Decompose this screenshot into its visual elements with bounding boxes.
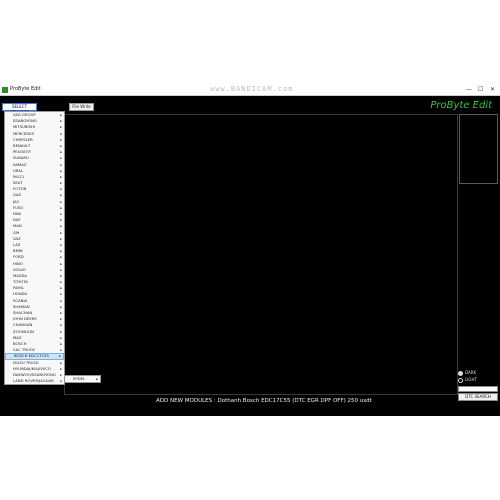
menu-item-label: GAZ	[13, 192, 22, 198]
menu-item[interactable]: LAND ROVER/JAGUAR ▸	[5, 378, 64, 384]
file-write-button[interactable]: File Write	[69, 103, 94, 111]
status-text: ADD NEW MODULES : Dothanh Bosch EDC17C55…	[156, 398, 372, 404]
menu-item-label: DAF	[13, 217, 21, 223]
app-icon	[2, 87, 8, 93]
menu-item-label: SHAMAN	[13, 303, 30, 309]
dtc-search-button[interactable]: DTC SEARCH	[458, 393, 498, 401]
menu-item-label: SCANIA	[13, 297, 28, 303]
menu-item-label: BMW	[13, 248, 23, 254]
submenu-item-label: EPDEL	[73, 376, 86, 381]
menu-item-label: CAC TRUCK	[13, 347, 35, 353]
menu-item-label: JAC	[13, 198, 20, 204]
menu-item-label: RENAULT	[13, 142, 31, 148]
menu-item-label: FAMIL	[13, 285, 24, 291]
menu-item-label: HYUNDAI/KIA/IVECO	[13, 365, 51, 371]
select-vehicles-button[interactable]: SELECT VEHICLES	[2, 103, 37, 115]
chevron-right-icon: ▸	[60, 379, 62, 384]
radio-light-label: LIGHT	[465, 377, 477, 382]
title-bar: ProByte Edit www.BANDICAM.com — ☐ ✕	[0, 85, 500, 96]
menu-item-label: VAG GROUP	[13, 112, 36, 117]
menu-item-label: FAW	[13, 211, 21, 216]
menu-item-label: MAZDA	[13, 272, 27, 278]
menu-item-label: SEAT	[13, 180, 23, 186]
menu-item-label: FOTON	[13, 186, 27, 192]
menu-item-label: PEUGEOT	[13, 149, 32, 155]
preview-panel	[459, 114, 498, 184]
close-button[interactable]: ✕	[490, 86, 495, 93]
menu-item-label: VAZ	[13, 235, 21, 241]
menu-item-label: ISUZU TRUCK	[13, 359, 39, 365]
menu-item-label: MERCEDES	[13, 130, 34, 136]
brand-logo: ProByte Edit	[430, 100, 492, 111]
menu-item-label: KAMAZ	[13, 161, 27, 167]
radio-light[interactable]: LIGHT	[458, 377, 477, 383]
menu-item-label: GM	[13, 229, 20, 235]
submenu: EPDEL ▸	[64, 375, 101, 383]
submenu-item[interactable]: EPDEL ▸	[65, 376, 100, 382]
menu-item-label: TOYOTA	[13, 279, 28, 285]
menu-item-label: ZOOMLION	[13, 328, 34, 334]
menu-item-label: CHANGAN	[13, 322, 33, 328]
menu-item-label: LAND ROVER/JAGUAR	[13, 378, 54, 384]
menu-item-label: MAZ	[13, 334, 22, 340]
radio-light-indicator[interactable]	[458, 377, 463, 383]
menu-item-label: HINO	[13, 260, 23, 266]
window-title: ProByte Edit	[10, 86, 41, 92]
radio-dark-label: DARK	[465, 370, 477, 375]
chevron-right-icon: ▸	[59, 354, 61, 359]
menu-item-label: CHRYSLER	[13, 136, 33, 142]
menu-item-label: JOHN DEERE	[13, 316, 37, 322]
vehicle-menu: VAG GROUP ▸ SSANGYONG ▸ MITSUBISHI ▸ MERCEDES ▸…	[4, 111, 65, 386]
minimize-button[interactable]: —	[466, 86, 472, 93]
radio-dark[interactable]: DARK	[458, 370, 476, 376]
menu-item-label: MITSUBISHI	[13, 124, 36, 130]
radio-dark-indicator[interactable]	[458, 370, 463, 376]
search-input[interactable]	[458, 386, 498, 392]
maximize-button[interactable]: ☐	[478, 86, 483, 93]
menu-item-label: FUSO	[13, 204, 24, 210]
menu-item-label: DAEWOO/SSANGYONG	[13, 371, 56, 377]
menu-item-label: BOSCH	[13, 340, 27, 346]
menu-item-label: BOSCH EDC17C55	[14, 353, 49, 359]
menu-item-label: URAL	[13, 167, 23, 173]
menu-item-label: SHACMAN	[13, 310, 33, 315]
menu-item-label: VOLVO	[13, 266, 26, 272]
menu-item-label: FORD	[13, 254, 24, 260]
menu-item-label: PACCI	[13, 173, 24, 179]
menu-item-label: HONDA	[13, 291, 28, 297]
chevron-right-icon: ▸	[96, 377, 98, 381]
watermark-text: www.BANDICAM.com	[210, 85, 294, 93]
menu-item-label: MAN	[13, 223, 22, 229]
workspace-area	[64, 114, 458, 395]
menu-item-label: SSANGYONG	[13, 118, 37, 124]
menu-item-label: LAZ	[13, 241, 21, 247]
menu-item-label: SUBARU	[13, 155, 29, 161]
